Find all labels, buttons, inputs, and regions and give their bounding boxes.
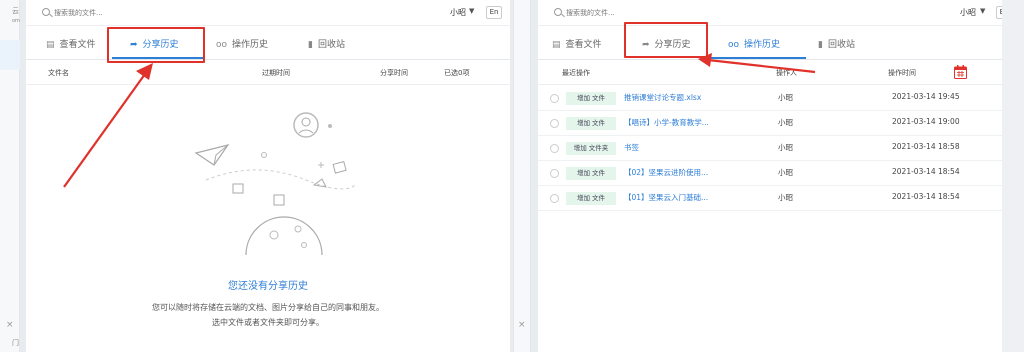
- annotation-arrow-left: [63, 73, 146, 188]
- annotation-arrows: [63, 53, 816, 188]
- annotation-arrowhead-left: [136, 63, 153, 80]
- annotation-arrow-right: [707, 58, 816, 74]
- annotation-arrowhead-right: [698, 53, 712, 67]
